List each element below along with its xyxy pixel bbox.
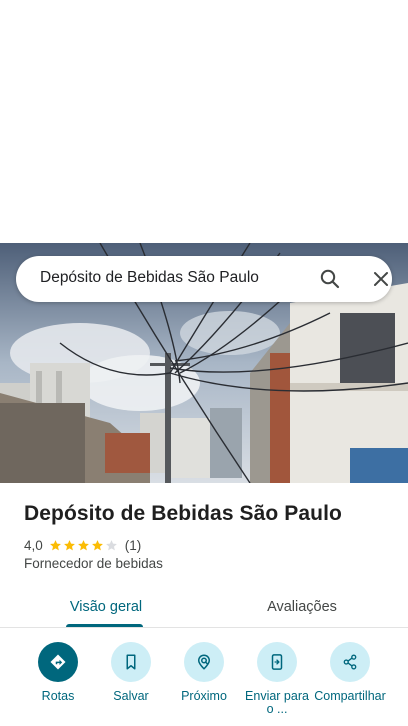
rating-row[interactable]: 4,0 (1) bbox=[24, 536, 141, 554]
share-label: Compartilhar bbox=[314, 689, 386, 703]
star-filled-icon bbox=[49, 539, 61, 550]
send-to-phone-button[interactable]: Enviar para o ... bbox=[237, 642, 317, 716]
place-category: Fornecedor de bebidas bbox=[24, 556, 163, 571]
nearby-button[interactable]: Próximo bbox=[164, 642, 244, 703]
review-count[interactable]: (1) bbox=[125, 538, 142, 553]
send-to-phone-label: Enviar para o ... bbox=[245, 689, 309, 716]
place-title: Depósito de Bebidas São Paulo bbox=[24, 502, 342, 525]
tab-reviews[interactable]: Avaliações bbox=[246, 586, 358, 628]
tab-bar: Visão geral Avaliações bbox=[0, 586, 408, 628]
search-icon[interactable] bbox=[318, 267, 342, 291]
send-to-phone-icon bbox=[257, 642, 297, 682]
tab-overview[interactable]: Visão geral bbox=[50, 586, 162, 628]
save-label: Salvar bbox=[113, 689, 149, 703]
star-empty-icon bbox=[105, 539, 117, 550]
rating-stars bbox=[49, 539, 119, 552]
directions-button[interactable]: Rotas bbox=[18, 642, 98, 703]
directions-label: Rotas bbox=[41, 689, 75, 703]
nearby-icon bbox=[184, 642, 224, 682]
star-filled-icon bbox=[77, 539, 89, 550]
nearby-label: Próximo bbox=[181, 689, 227, 703]
close-icon[interactable] bbox=[369, 267, 393, 291]
save-button[interactable]: Salvar bbox=[91, 642, 171, 703]
share-button[interactable]: Compartilhar bbox=[310, 642, 390, 703]
directions-icon bbox=[38, 642, 78, 682]
bookmark-icon bbox=[111, 642, 151, 682]
star-filled-icon bbox=[63, 539, 75, 550]
search-input[interactable]: Depósito de Bebidas São Paulo bbox=[40, 269, 259, 287]
search-bar[interactable]: Depósito de Bebidas São Paulo bbox=[16, 256, 392, 302]
share-icon bbox=[330, 642, 370, 682]
blank-map-area bbox=[0, 0, 408, 243]
star-filled-icon bbox=[91, 539, 103, 550]
rating-value: 4,0 bbox=[24, 537, 43, 553]
active-tab-indicator bbox=[66, 624, 143, 627]
